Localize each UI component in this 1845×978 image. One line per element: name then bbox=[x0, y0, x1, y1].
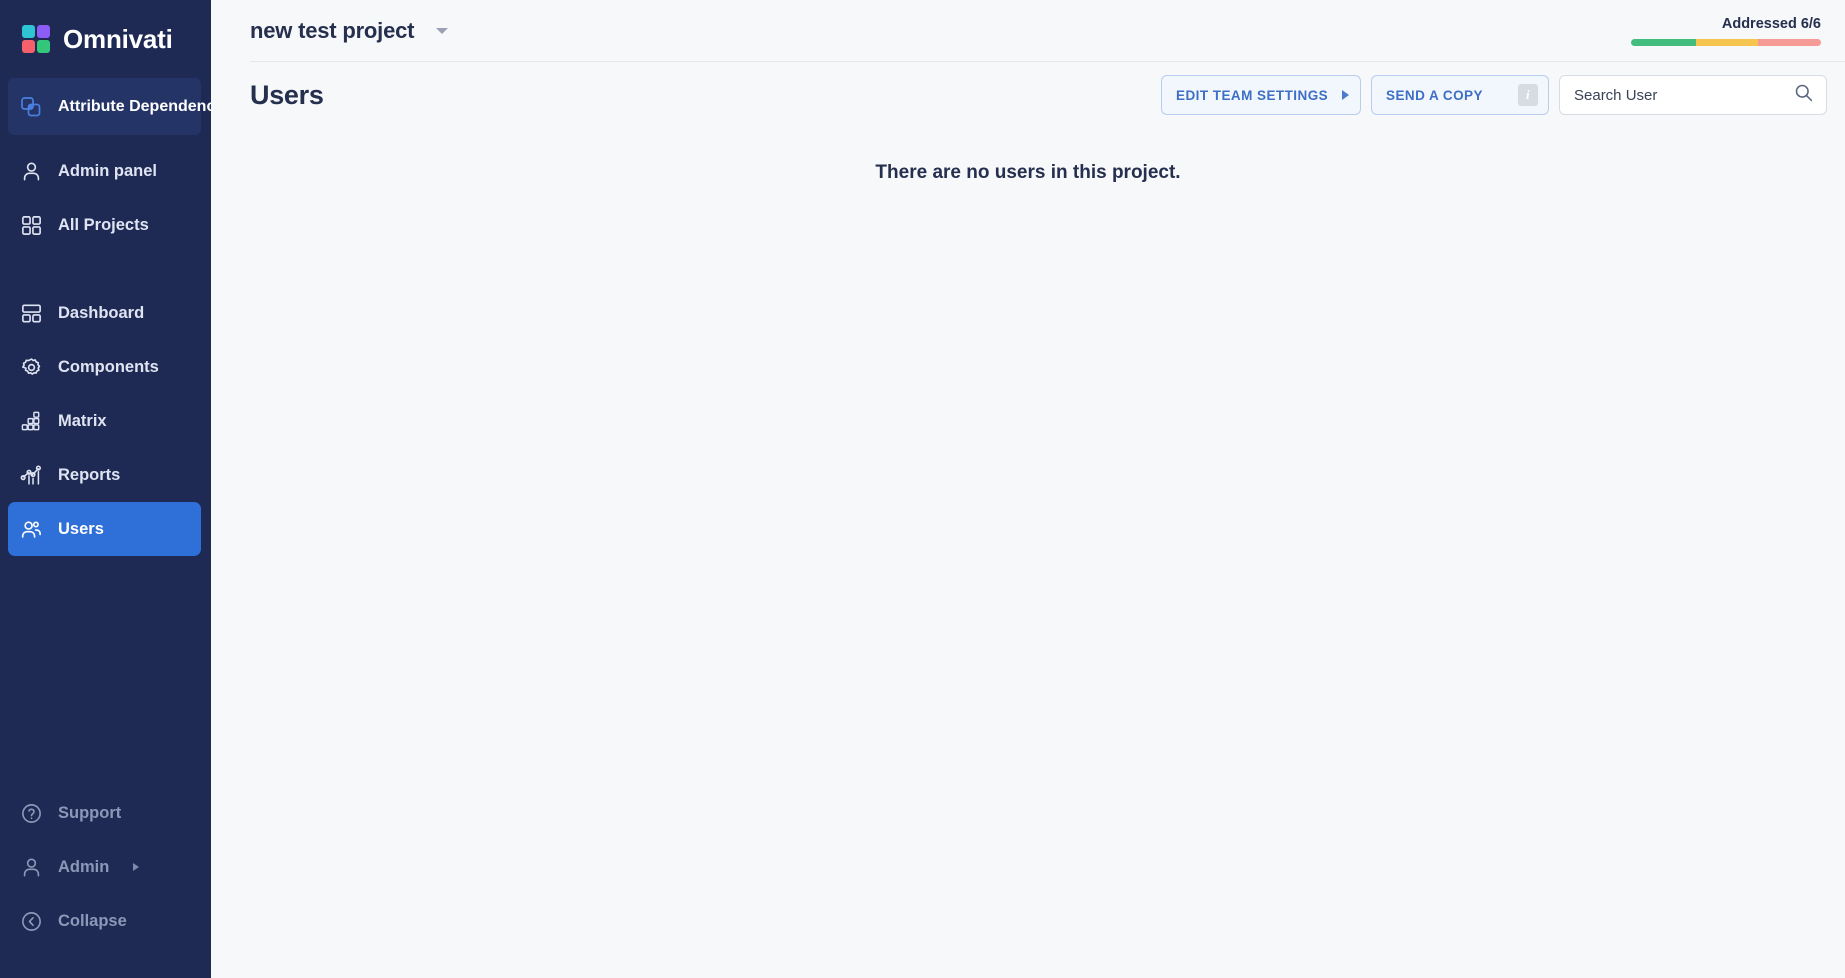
sidebar-nav: Attribute Dependency i Admin panel bbox=[0, 78, 211, 556]
gear-icon bbox=[18, 354, 44, 380]
edit-team-settings-label: EDIT TEAM SETTINGS bbox=[1176, 87, 1329, 103]
dashboard-layout-icon bbox=[18, 300, 44, 326]
sidebar-item-admin[interactable]: Admin bbox=[0, 840, 211, 894]
brand-logo-area[interactable]: Omnivati bbox=[0, 0, 211, 78]
overlapping-squares-icon bbox=[18, 94, 44, 120]
content-area: There are no users in this project. bbox=[211, 128, 1845, 978]
user-icon bbox=[18, 158, 44, 184]
users-icon bbox=[18, 516, 44, 542]
brand-name: Omnivati bbox=[63, 23, 173, 54]
send-a-copy-button[interactable]: SEND A COPY i bbox=[1371, 75, 1549, 115]
main-area: new test project Addressed 6/6 Users EDI… bbox=[211, 0, 1845, 978]
grid-squares-icon bbox=[18, 212, 44, 238]
sidebar-item-label: Collapse bbox=[58, 911, 127, 930]
page-header-row: Users EDIT TEAM SETTINGS SEND A COPY i bbox=[211, 62, 1845, 128]
sidebar-item-label: Admin panel bbox=[58, 161, 158, 180]
search-input[interactable] bbox=[1574, 86, 1793, 104]
edit-team-settings-button[interactable]: EDIT TEAM SETTINGS bbox=[1161, 75, 1361, 115]
line-chart-icon bbox=[18, 462, 44, 488]
addressed-progress-bar bbox=[1631, 39, 1821, 46]
sidebar-item-label: Reports bbox=[58, 465, 121, 484]
progress-segment-green bbox=[1631, 39, 1696, 46]
sidebar-item-label: All Projects bbox=[58, 215, 149, 234]
progress-segment-red bbox=[1758, 39, 1821, 46]
page-title: Users bbox=[250, 79, 324, 110]
omnivati-logo-icon bbox=[22, 25, 50, 53]
send-a-copy-label: SEND A COPY bbox=[1386, 87, 1483, 103]
sidebar: Omnivati Attribute Dependency i bbox=[0, 0, 211, 978]
sidebar-item-label: Matrix bbox=[58, 411, 107, 430]
sidebar-item-support[interactable]: Support bbox=[0, 786, 211, 840]
sidebar-item-dashboard[interactable]: Dashboard bbox=[0, 286, 211, 340]
topbar: new test project Addressed 6/6 bbox=[211, 0, 1845, 62]
empty-state-message: There are no users in this project. bbox=[875, 162, 1181, 183]
sidebar-item-matrix[interactable]: Matrix bbox=[0, 394, 211, 448]
sidebar-item-label: Support bbox=[58, 803, 122, 822]
chevron-left-circle-icon bbox=[18, 908, 44, 934]
sidebar-item-label: Components bbox=[58, 357, 159, 376]
question-circle-icon bbox=[18, 800, 44, 826]
sidebar-item-collapse[interactable]: Collapse bbox=[0, 894, 211, 948]
sidebar-item-attribute-dependency[interactable]: Attribute Dependency i bbox=[8, 78, 211, 135]
sidebar-footer-nav: Support Admin Collapse bbox=[0, 786, 211, 948]
sidebar-item-all-projects[interactable]: All Projects bbox=[0, 198, 211, 252]
project-title: new test project bbox=[250, 18, 415, 43]
info-icon: i bbox=[1518, 84, 1538, 106]
app-root: Omnivati Attribute Dependency i bbox=[0, 0, 1845, 978]
sidebar-item-reports[interactable]: Reports bbox=[0, 448, 211, 502]
search-icon[interactable] bbox=[1793, 82, 1814, 108]
matrix-squares-icon bbox=[18, 408, 44, 434]
page-actions: EDIT TEAM SETTINGS SEND A COPY i bbox=[1161, 75, 1827, 115]
sidebar-item-users[interactable]: Users bbox=[8, 502, 201, 556]
user-icon bbox=[18, 854, 44, 880]
sidebar-item-label: Dashboard bbox=[58, 303, 145, 322]
sidebar-item-components[interactable]: Components bbox=[0, 340, 211, 394]
sidebar-item-label: Attribute Dependency bbox=[58, 97, 211, 115]
chevron-down-icon[interactable] bbox=[436, 28, 449, 34]
sidebar-item-label: Admin bbox=[58, 857, 110, 876]
progress-segment-amber bbox=[1695, 39, 1759, 46]
addressed-label: Addressed 6/6 bbox=[1721, 16, 1821, 32]
sidebar-item-label: Users bbox=[58, 519, 104, 538]
addressed-progress-group: Addressed 6/6 bbox=[1631, 16, 1833, 46]
caret-right-icon bbox=[133, 863, 140, 871]
sidebar-item-admin-panel[interactable]: Admin panel bbox=[0, 144, 211, 198]
search-user-field[interactable] bbox=[1559, 75, 1827, 115]
caret-right-icon bbox=[1342, 90, 1350, 100]
